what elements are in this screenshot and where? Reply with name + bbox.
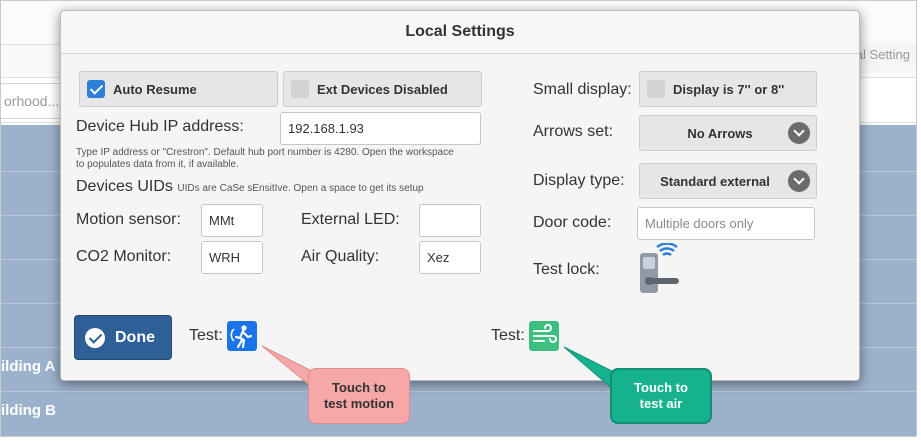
motion-callout: Touch to test motion (308, 368, 410, 424)
air-callout-pointer (563, 346, 615, 392)
callout-pointers (261, 345, 615, 394)
air-callout: Touch to test air (610, 368, 712, 424)
